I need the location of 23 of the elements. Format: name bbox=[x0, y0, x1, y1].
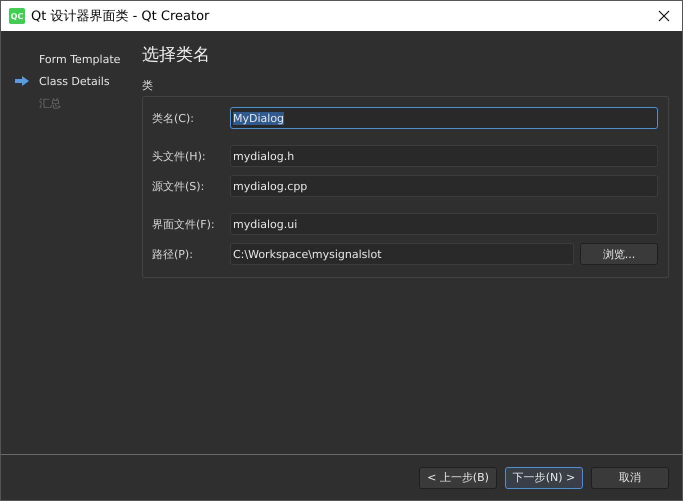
window-title: Qt 设计器界面类 - Qt Creator bbox=[31, 8, 210, 25]
field-label: 类名(C): bbox=[152, 110, 195, 126]
input-field[interactable]: mydialog.cpp bbox=[230, 175, 658, 197]
arrow-icon bbox=[14, 75, 30, 87]
input-field[interactable]: MyDialog bbox=[230, 107, 658, 129]
wizard-step: Class Details bbox=[1, 73, 133, 89]
field-label: 界面文件(F): bbox=[152, 216, 216, 232]
group-title: 类 bbox=[142, 78, 154, 93]
close-icon[interactable] bbox=[658, 10, 670, 22]
input-field[interactable]: mydialog.h bbox=[230, 145, 658, 167]
wizard-button[interactable]: < 上一步(B) bbox=[419, 466, 497, 488]
field-label: 路径(P): bbox=[152, 246, 194, 262]
wizard-button[interactable]: 取消 bbox=[591, 466, 669, 488]
app-icon: QC bbox=[9, 8, 25, 24]
wizard-button[interactable]: 下一步(N) > bbox=[505, 466, 583, 488]
wizard-step: Form Template bbox=[1, 51, 133, 67]
page-title: 选择类名 bbox=[142, 44, 211, 66]
field-label: 源文件(S): bbox=[152, 178, 206, 194]
wizard-step: 汇总 bbox=[1, 95, 133, 111]
input-field[interactable]: C:\Workspace\mysignalslot bbox=[230, 243, 574, 265]
browse-button[interactable]: 浏览... bbox=[580, 243, 658, 265]
field-label: 头文件(H): bbox=[152, 148, 207, 164]
input-field[interactable]: mydialog.ui bbox=[230, 213, 658, 235]
